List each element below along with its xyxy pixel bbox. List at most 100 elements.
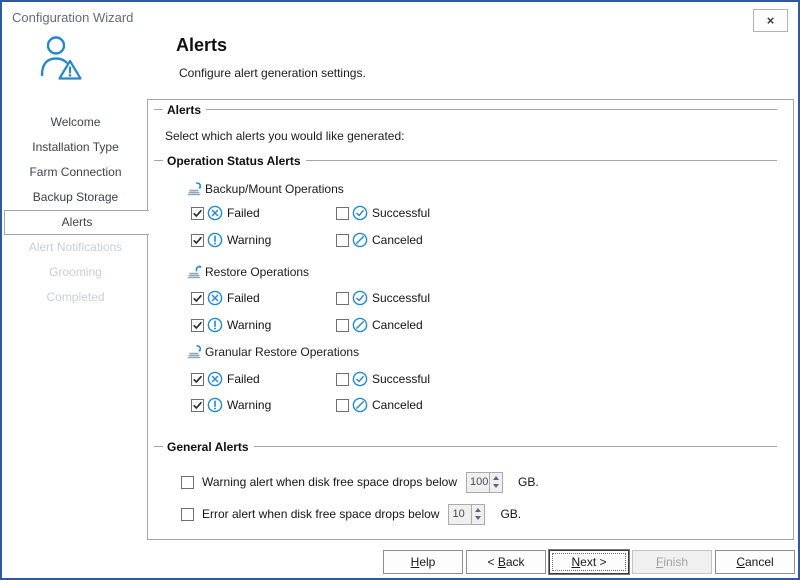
operation-section-title: Granular Restore Operations (205, 345, 359, 359)
option-label: Failed (226, 206, 260, 220)
option-label: Canceled (371, 318, 423, 332)
option-granular-successful[interactable]: Successful (336, 370, 430, 388)
option-granular-warning[interactable]: Warning (191, 396, 271, 414)
warning-disk-space-label: Warning alert when disk free space drops… (202, 475, 457, 489)
checkbox[interactable] (191, 207, 204, 220)
legend-left-line (154, 446, 163, 447)
checkbox[interactable] (336, 207, 349, 220)
warning-disk-space-checkbox[interactable] (181, 476, 194, 489)
close-button[interactable]: × (753, 9, 788, 32)
option-backup-successful[interactable]: Successful (336, 204, 430, 222)
close-icon: × (767, 13, 775, 28)
sidebar-item-installation-type[interactable]: Installation Type (4, 135, 147, 160)
option-restore-successful[interactable]: Successful (336, 289, 430, 307)
warning-circle-icon (207, 317, 223, 333)
failed-circle-icon (207, 290, 223, 306)
spinner-up-icon[interactable] (493, 476, 499, 480)
warning-circle-icon (207, 397, 223, 413)
legend-left-line (154, 160, 163, 161)
option-granular-failed[interactable]: Failed (191, 370, 260, 388)
checkbox[interactable] (336, 399, 349, 412)
unit-label: GB. (518, 475, 539, 489)
warning-disk-space-row: Warning alert when disk free space drops… (181, 471, 539, 493)
option-label: Failed (226, 372, 260, 386)
check-icon (192, 208, 203, 219)
checkbox[interactable] (336, 292, 349, 305)
failed-circle-icon (207, 205, 223, 221)
back-button[interactable]: < Back (466, 550, 546, 574)
canceled-circle-icon (352, 397, 368, 413)
check-icon (192, 293, 203, 304)
sidebar-item-welcome[interactable]: Welcome (4, 110, 147, 135)
error-disk-space-checkbox[interactable] (181, 508, 194, 521)
checkbox[interactable] (191, 373, 204, 386)
spinner-arrows[interactable] (489, 473, 502, 492)
spinner-down-icon[interactable] (475, 516, 481, 520)
legend-right-line (254, 446, 777, 447)
title-bar[interactable]: Configuration Wizard (2, 2, 798, 32)
option-backup-failed[interactable]: Failed (191, 204, 260, 222)
operation-status-alerts-legend: Operation Status Alerts (154, 153, 777, 168)
warning-threshold-spinner[interactable]: 100 (466, 472, 503, 493)
option-label: Canceled (371, 398, 423, 412)
option-label: Failed (226, 291, 260, 305)
checkbox[interactable] (191, 234, 204, 247)
checkbox[interactable] (336, 373, 349, 386)
page-subtitle: Configure alert generation settings. (179, 66, 366, 80)
spinner-arrows[interactable] (471, 505, 484, 524)
alerts-group-legend: Alerts (154, 102, 777, 117)
canceled-circle-icon (352, 317, 368, 333)
successful-circle-icon (352, 205, 368, 221)
error-threshold-value[interactable]: 10 (449, 505, 471, 524)
sidebar-item-grooming[interactable]: Grooming (4, 260, 147, 285)
option-label: Canceled (371, 233, 423, 247)
restore-operations-header: Restore Operations (186, 263, 309, 280)
option-restore-warning[interactable]: Warning (191, 316, 271, 334)
check-icon (192, 320, 203, 331)
option-restore-canceled[interactable]: Canceled (336, 316, 423, 334)
sidebar-item-alerts[interactable]: Alerts (4, 210, 149, 235)
checkbox[interactable] (191, 319, 204, 332)
operation-section-title: Backup/Mount Operations (205, 182, 344, 196)
option-label: Successful (371, 291, 430, 305)
spinner-down-icon[interactable] (493, 484, 499, 488)
configuration-wizard-window: Configuration Wizard × Alerts Configure … (0, 0, 800, 580)
legend-right-line (306, 160, 777, 161)
canceled-circle-icon (352, 232, 368, 248)
alerts-settings-panel: Alerts Select which alerts you would lik… (147, 99, 794, 540)
sidebar-item-farm-connection[interactable]: Farm Connection (4, 160, 147, 185)
error-threshold-spinner[interactable]: 10 (448, 504, 485, 525)
warning-threshold-value[interactable]: 100 (467, 473, 489, 492)
operation-section-title: Restore Operations (205, 265, 309, 279)
window-title: Configuration Wizard (12, 10, 133, 25)
checkbox[interactable] (336, 234, 349, 247)
option-label: Successful (371, 372, 430, 386)
option-label: Successful (371, 206, 430, 220)
granular-restore-operations-header: Granular Restore Operations (186, 343, 359, 360)
successful-circle-icon (352, 371, 368, 387)
next-button[interactable]: Next > (549, 550, 629, 574)
error-disk-space-row: Error alert when disk free space drops b… (181, 503, 521, 525)
backup-mount-operations-header: Backup/Mount Operations (186, 180, 344, 197)
warning-circle-icon (207, 232, 223, 248)
checkbox[interactable] (191, 292, 204, 305)
user-alert-icon (36, 32, 84, 84)
sidebar-item-completed[interactable]: Completed (4, 285, 147, 310)
checkbox[interactable] (336, 319, 349, 332)
unit-label: GB. (500, 507, 521, 521)
failed-circle-icon (207, 371, 223, 387)
alerts-description: Select which alerts you would like gener… (165, 129, 404, 144)
page-title: Alerts (176, 35, 227, 56)
option-backup-canceled[interactable]: Canceled (336, 231, 423, 249)
option-granular-canceled[interactable]: Canceled (336, 396, 423, 414)
sidebar-item-alert-notifications[interactable]: Alert Notifications (4, 235, 147, 260)
checkbox[interactable] (191, 399, 204, 412)
alerts-group-legend-text: Alerts (163, 103, 206, 117)
option-restore-failed[interactable]: Failed (191, 289, 260, 307)
cancel-button[interactable]: Cancel (715, 550, 795, 574)
option-backup-warning[interactable]: Warning (191, 231, 271, 249)
option-label: Warning (226, 398, 271, 412)
spinner-up-icon[interactable] (475, 508, 481, 512)
sidebar-item-backup-storage[interactable]: Backup Storage (4, 185, 147, 210)
help-button[interactable]: Help (383, 550, 463, 574)
